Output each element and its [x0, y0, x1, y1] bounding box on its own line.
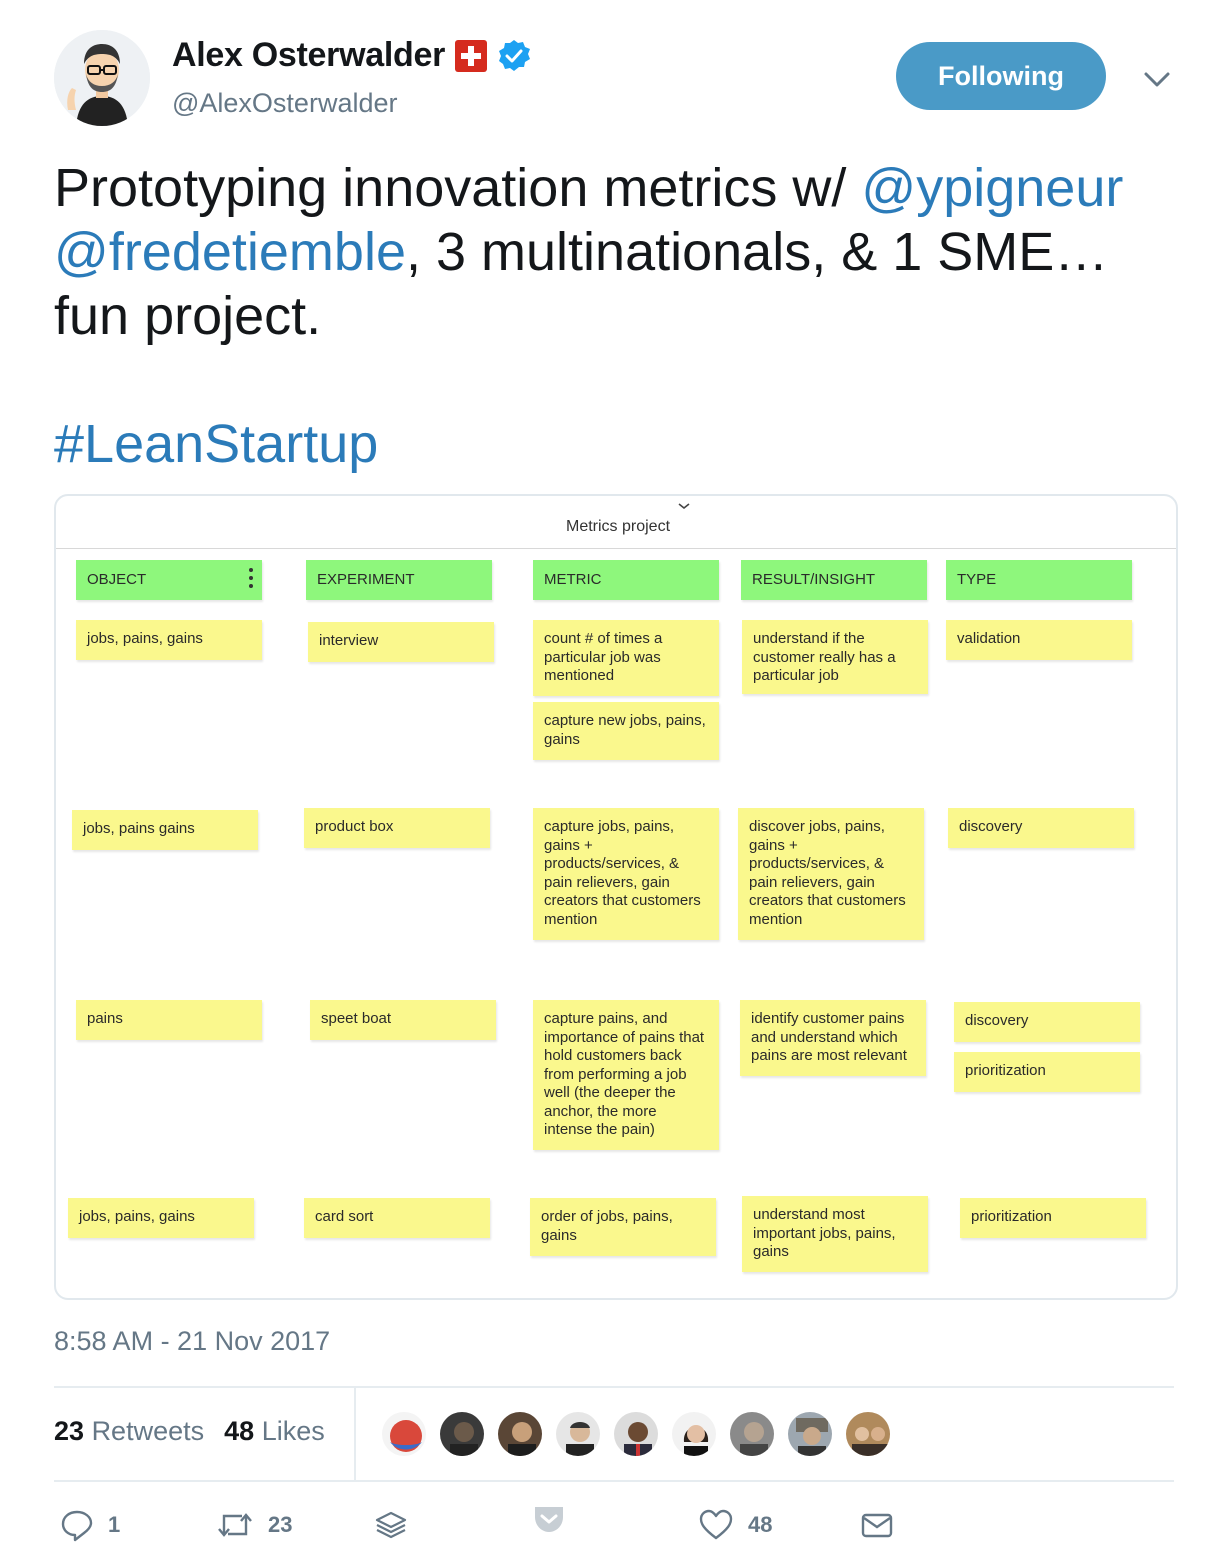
liker-avatar[interactable] [496, 1410, 544, 1458]
board-title: Metrics project [565, 518, 671, 535]
tweet-stats: 23 Retweets 48 Likes [54, 1416, 325, 1447]
divider [54, 1386, 1174, 1388]
sticky-note: discovery [948, 808, 1134, 848]
sticky-note: discovery [954, 1002, 1140, 1042]
direct-message-action[interactable] [860, 1508, 894, 1542]
divider [54, 1480, 1174, 1482]
likes-label: Likes [261, 1416, 325, 1446]
chevron-down-icon[interactable] [1140, 62, 1174, 96]
header-label: TYPE [957, 571, 997, 588]
header-note: RESULT/INSIGHT [741, 560, 927, 600]
sticky-note: pains [76, 1000, 262, 1040]
header-label: RESULT/INSIGHT [752, 571, 876, 588]
tweet-timestamp[interactable]: 8:58 AM - 21 Nov 2017 [54, 1326, 330, 1357]
tweet-media-image[interactable]: Metrics project OBJECT EXPERIMENT METRIC… [54, 494, 1178, 1300]
like-count: 48 [748, 1512, 773, 1537]
likes-count: 48 [224, 1416, 255, 1446]
liker-avatar[interactable] [380, 1410, 428, 1458]
board-divider [56, 548, 1176, 549]
sticky-note: discover jobs, pains, gains + products/s… [738, 808, 924, 940]
retweet-count: 23 [268, 1512, 293, 1537]
sticky-note: interview [308, 622, 494, 662]
header-note: EXPERIMENT [306, 560, 492, 600]
header-note: TYPE [946, 560, 1132, 600]
heart-icon [699, 1509, 733, 1540]
layers-icon [375, 1511, 407, 1539]
liker-avatar[interactable] [438, 1410, 486, 1458]
header-note: OBJECT [76, 560, 262, 600]
liker-avatar[interactable] [786, 1410, 834, 1458]
reply-count: 1 [108, 1512, 121, 1537]
sticky-note: jobs, pains, gains [76, 620, 262, 660]
sticky-note: jobs, pains gains [72, 810, 258, 850]
tweet-text-part: Prototyping innovation metrics w/ [54, 158, 862, 218]
sticky-note: card sort [304, 1198, 490, 1238]
more-options-icon [248, 568, 254, 592]
mention-link-fredetiemble[interactable]: @fredetiemble [54, 222, 406, 282]
stats-divider [354, 1388, 356, 1480]
following-button[interactable]: Following [896, 42, 1106, 110]
tweet-actions: 1 23 48 [54, 1507, 1174, 1554]
stack-action[interactable] [374, 1508, 408, 1542]
liker-avatar[interactable] [554, 1410, 602, 1458]
author-avatar[interactable] [54, 30, 150, 126]
sticky-note: prioritization [960, 1198, 1146, 1238]
retweets-count: 23 [54, 1416, 85, 1446]
header-note: METRIC [533, 560, 719, 600]
mention-link-ypigneur[interactable]: @ypigneur [861, 158, 1123, 218]
sticky-note: speet boat [310, 1000, 496, 1040]
sticky-note: count # of times a particular job was me… [533, 620, 719, 696]
sticky-note: validation [946, 620, 1132, 660]
sticky-note: capture new jobs, pains, gains [533, 702, 719, 760]
retweets-stat[interactable]: 23 Retweets [54, 1416, 204, 1447]
liker-avatars [380, 1410, 902, 1458]
sticky-note: order of jobs, pains, gains [530, 1198, 716, 1256]
swiss-flag-icon [455, 39, 487, 72]
retweet-action[interactable]: 23 [216, 1508, 292, 1542]
sticky-note: identify customer pains and understand w… [740, 1000, 926, 1076]
pocket-action[interactable] [532, 1502, 566, 1536]
sticky-note: understand if the customer really has a … [742, 620, 928, 694]
board-chevron-icon [678, 503, 690, 510]
liker-avatar[interactable] [844, 1410, 892, 1458]
tweet-text: Prototyping innovation metrics w/ @ypign… [54, 156, 1194, 348]
retweet-icon [218, 1513, 252, 1537]
sticky-note: jobs, pains, gains [68, 1198, 254, 1238]
reply-action[interactable]: 1 [60, 1508, 120, 1542]
sticky-note: capture jobs, pains, gains + products/se… [533, 808, 719, 940]
pocket-icon [535, 1507, 563, 1532]
author-name[interactable]: Alex Osterwalder [172, 36, 445, 75]
header-label: OBJECT [87, 571, 147, 588]
liker-avatar[interactable] [728, 1410, 776, 1458]
author-name-row: Alex Osterwalder [172, 36, 531, 75]
sticky-note: understand most important jobs, pains, g… [742, 1196, 928, 1272]
like-action[interactable]: 48 [698, 1508, 772, 1542]
hashtag-link[interactable]: #LeanStartup [54, 412, 378, 476]
reply-icon [61, 1510, 93, 1542]
header-label: EXPERIMENT [317, 571, 415, 588]
sticky-note: capture pains, and importance of pains t… [533, 1000, 719, 1150]
sticky-note: product box [304, 808, 490, 848]
verified-badge-icon [499, 39, 530, 71]
header-label: METRIC [544, 571, 602, 588]
sticky-note: prioritization [954, 1052, 1140, 1092]
liker-avatar[interactable] [612, 1410, 660, 1458]
author-handle[interactable]: @AlexOsterwalder [172, 88, 397, 119]
liker-avatar[interactable] [670, 1410, 718, 1458]
likes-stat[interactable]: 48 Likes [224, 1416, 325, 1447]
envelope-icon [861, 1513, 893, 1538]
retweets-label: Retweets [91, 1416, 205, 1446]
